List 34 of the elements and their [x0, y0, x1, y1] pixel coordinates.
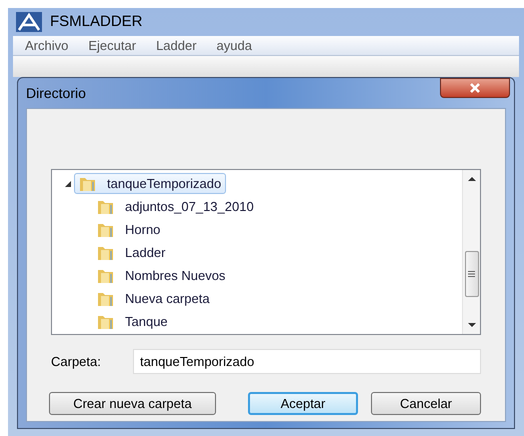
folder-icon: [97, 268, 115, 284]
folder-icon: [97, 290, 115, 306]
folder-icon: [79, 176, 97, 192]
tree-item[interactable]: Nueva carpeta: [92, 288, 215, 309]
menu-item[interactable]: ayuda: [216, 36, 252, 56]
folder-icon: [97, 244, 115, 260]
dialog-button[interactable]: Crear nueva carpeta: [49, 392, 216, 415]
dialog-button[interactable]: Aceptar: [248, 392, 358, 415]
window-title: FSMLADDER: [50, 12, 143, 32]
scroll-up-icon[interactable]: [468, 176, 476, 181]
folder-label: Carpeta:: [51, 352, 102, 371]
close-button[interactable]: [440, 78, 510, 98]
folder-icon: [97, 198, 115, 214]
menu-item[interactable]: Ladder: [156, 36, 197, 56]
tree-item[interactable]: Nombres Nuevos: [92, 265, 230, 286]
tree-item[interactable]: tanqueTemporizado: [74, 173, 226, 194]
folder-input[interactable]: tanqueTemporizado: [133, 349, 481, 374]
tree-item[interactable]: Tanque: [92, 311, 173, 332]
menu-item[interactable]: Ejecutar: [88, 36, 136, 56]
menu-item[interactable]: Archivo: [25, 36, 68, 56]
tree-item[interactable]: Horno: [92, 219, 166, 240]
close-icon: [469, 83, 481, 93]
app-logo-icon: [16, 12, 42, 32]
folder-icon: [97, 314, 115, 330]
scroll-thumb[interactable]: [464, 251, 478, 297]
dialog-title: Directorio: [26, 84, 86, 102]
scroll-down-icon[interactable]: [468, 323, 476, 328]
collapse-icon[interactable]: [64, 180, 72, 188]
grip-icon: [468, 271, 475, 277]
folder-icon: [97, 222, 115, 238]
dialog-button[interactable]: Cancelar: [371, 392, 481, 415]
tree-item[interactable]: adjuntos_07_13_2010: [92, 196, 259, 217]
tree-item[interactable]: Ladder: [92, 242, 170, 263]
scrollbar[interactable]: [462, 170, 480, 334]
